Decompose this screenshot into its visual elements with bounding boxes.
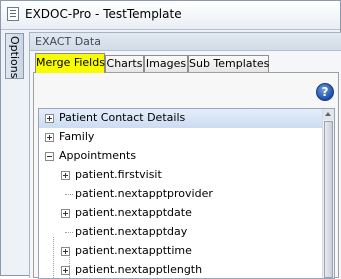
tab-label: Charts	[106, 57, 143, 70]
app-window: EXDOC-Pro - TestTemplate Options EXACT D…	[0, 0, 341, 279]
tree-item-appointments[interactable]: Appointments	[39, 147, 325, 166]
tree-connector-line	[65, 194, 73, 195]
tab-strip: Merge Fields Charts Images Sub Templates	[35, 53, 341, 73]
tree-item-patient-nextapptday[interactable]: patient.nextapptday	[39, 223, 325, 242]
tree-scrollbar[interactable]	[322, 109, 334, 278]
panel-header: EXACT Data	[30, 33, 341, 51]
tree-item-patient-contact-details[interactable]: Patient Contact Details	[39, 109, 325, 128]
tree-item-patient-nextappttime[interactable]: patient.nextappttime	[39, 242, 325, 261]
tree-item-family[interactable]: Family	[39, 128, 325, 147]
merge-fields-tree[interactable]: Patient Contact Details Family Appointme…	[38, 108, 335, 279]
exact-data-panel: EXACT Data Merge Fields Charts Images Su…	[29, 32, 341, 279]
tree-item-patient-nextapptprovider[interactable]: patient.nextapptprovider	[39, 185, 325, 204]
tree-item-label: patient.nextapptdate	[75, 206, 192, 219]
title-bar: EXDOC-Pro - TestTemplate	[1, 1, 340, 30]
tree-item-label: Family	[59, 130, 95, 143]
tab-label: Sub Templates	[189, 57, 270, 70]
document-icon	[7, 7, 19, 21]
options-label: Options	[8, 36, 21, 79]
tab-sub-templates[interactable]: Sub Templates	[188, 55, 269, 72]
tree-item-label: patient.nextapptprovider	[75, 187, 213, 200]
scrollbar-thumb[interactable]	[324, 121, 333, 278]
tree-item-label: Patient Contact Details	[59, 111, 186, 124]
tree-item-label: Appointments	[59, 149, 137, 162]
tree-item-patient-nextapptlength[interactable]: patient.nextapptlength	[39, 261, 325, 278]
options-side-tab[interactable]: Options	[5, 33, 24, 79]
expand-plus-icon[interactable]	[61, 171, 70, 180]
expand-plus-icon[interactable]	[61, 247, 70, 256]
tab-charts[interactable]: Charts	[105, 55, 144, 72]
tab-merge-fields[interactable]: Merge Fields	[35, 53, 105, 73]
tab-images[interactable]: Images	[144, 55, 188, 72]
tree-connector-line	[65, 232, 73, 233]
tree-item-patient-firstvisit[interactable]: patient.firstvisit	[39, 166, 325, 185]
tree-item-label: patient.nextappttime	[75, 244, 192, 257]
tree-item-label: patient.nextapptlength	[75, 263, 203, 276]
expand-plus-icon[interactable]	[61, 266, 70, 275]
panel-title: EXACT Data	[35, 35, 101, 48]
scroll-up-arrow-icon[interactable]	[323, 109, 334, 120]
expand-plus-icon[interactable]	[61, 209, 70, 218]
tree-item-label: patient.firstvisit	[75, 168, 162, 181]
collapse-minus-icon[interactable]	[45, 152, 54, 161]
tab-label: Merge Fields	[36, 56, 105, 69]
merge-fields-content: ? Patient Contact Details Family Appoint…	[33, 72, 339, 279]
help-icon[interactable]: ?	[316, 83, 334, 101]
tree-item-patient-nextapptdate[interactable]: patient.nextapptdate	[39, 204, 325, 223]
window-title: EXDOC-Pro - TestTemplate	[25, 7, 182, 21]
expand-plus-icon[interactable]	[45, 114, 54, 123]
tree-item-label: patient.nextapptday	[75, 225, 188, 238]
expand-plus-icon[interactable]	[45, 133, 54, 142]
tab-label: Images	[145, 57, 187, 70]
